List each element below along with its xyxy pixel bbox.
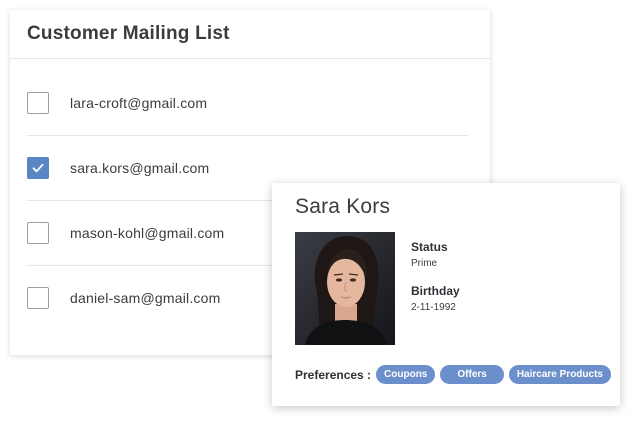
customer-checkbox[interactable] <box>27 157 49 179</box>
mailing-list-header: Customer Mailing List <box>10 10 490 59</box>
birthday-block: Birthday 2-11-1992 <box>411 284 460 313</box>
customer-checkbox[interactable] <box>27 92 49 114</box>
preference-tag-offers[interactable]: Offers <box>440 365 504 384</box>
customer-row[interactable]: lara-croft@gmail.com <box>27 71 468 136</box>
preferences-row: Preferences : Coupons Offers Haircare Pr… <box>295 365 616 384</box>
profile-photo <box>295 232 395 345</box>
birthday-label: Birthday <box>411 284 460 298</box>
status-label: Status <box>411 240 448 254</box>
profile-info: Status Prime Birthday 2-11-1992 <box>411 240 460 313</box>
customer-profile-card: Sara Kors Status Prime Birthday 2-11-199… <box>272 183 620 406</box>
status-value: Prime <box>411 258 438 269</box>
customer-checkbox[interactable] <box>27 287 49 309</box>
profile-portrait-image <box>295 232 395 345</box>
status-block: Status Prime <box>411 240 460 269</box>
customer-email[interactable]: lara-croft@gmail.com <box>70 95 207 111</box>
preferences-label: Preferences : <box>295 367 372 382</box>
customer-checkbox[interactable] <box>27 222 49 244</box>
birthday-value: 2-11-1992 <box>411 302 456 313</box>
customer-email[interactable]: daniel-sam@gmail.com <box>70 290 220 306</box>
customer-email[interactable]: mason-kohl@gmail.com <box>70 225 224 241</box>
checkmark-icon <box>32 163 44 173</box>
profile-name: Sara Kors <box>295 195 391 218</box>
customer-email[interactable]: sara.kors@gmail.com <box>70 160 209 176</box>
preference-tag-coupons[interactable]: Coupons <box>376 365 436 384</box>
preference-tag-haircare-products[interactable]: Haircare Products <box>508 365 611 384</box>
mailing-list-title: Customer Mailing List <box>27 23 230 44</box>
